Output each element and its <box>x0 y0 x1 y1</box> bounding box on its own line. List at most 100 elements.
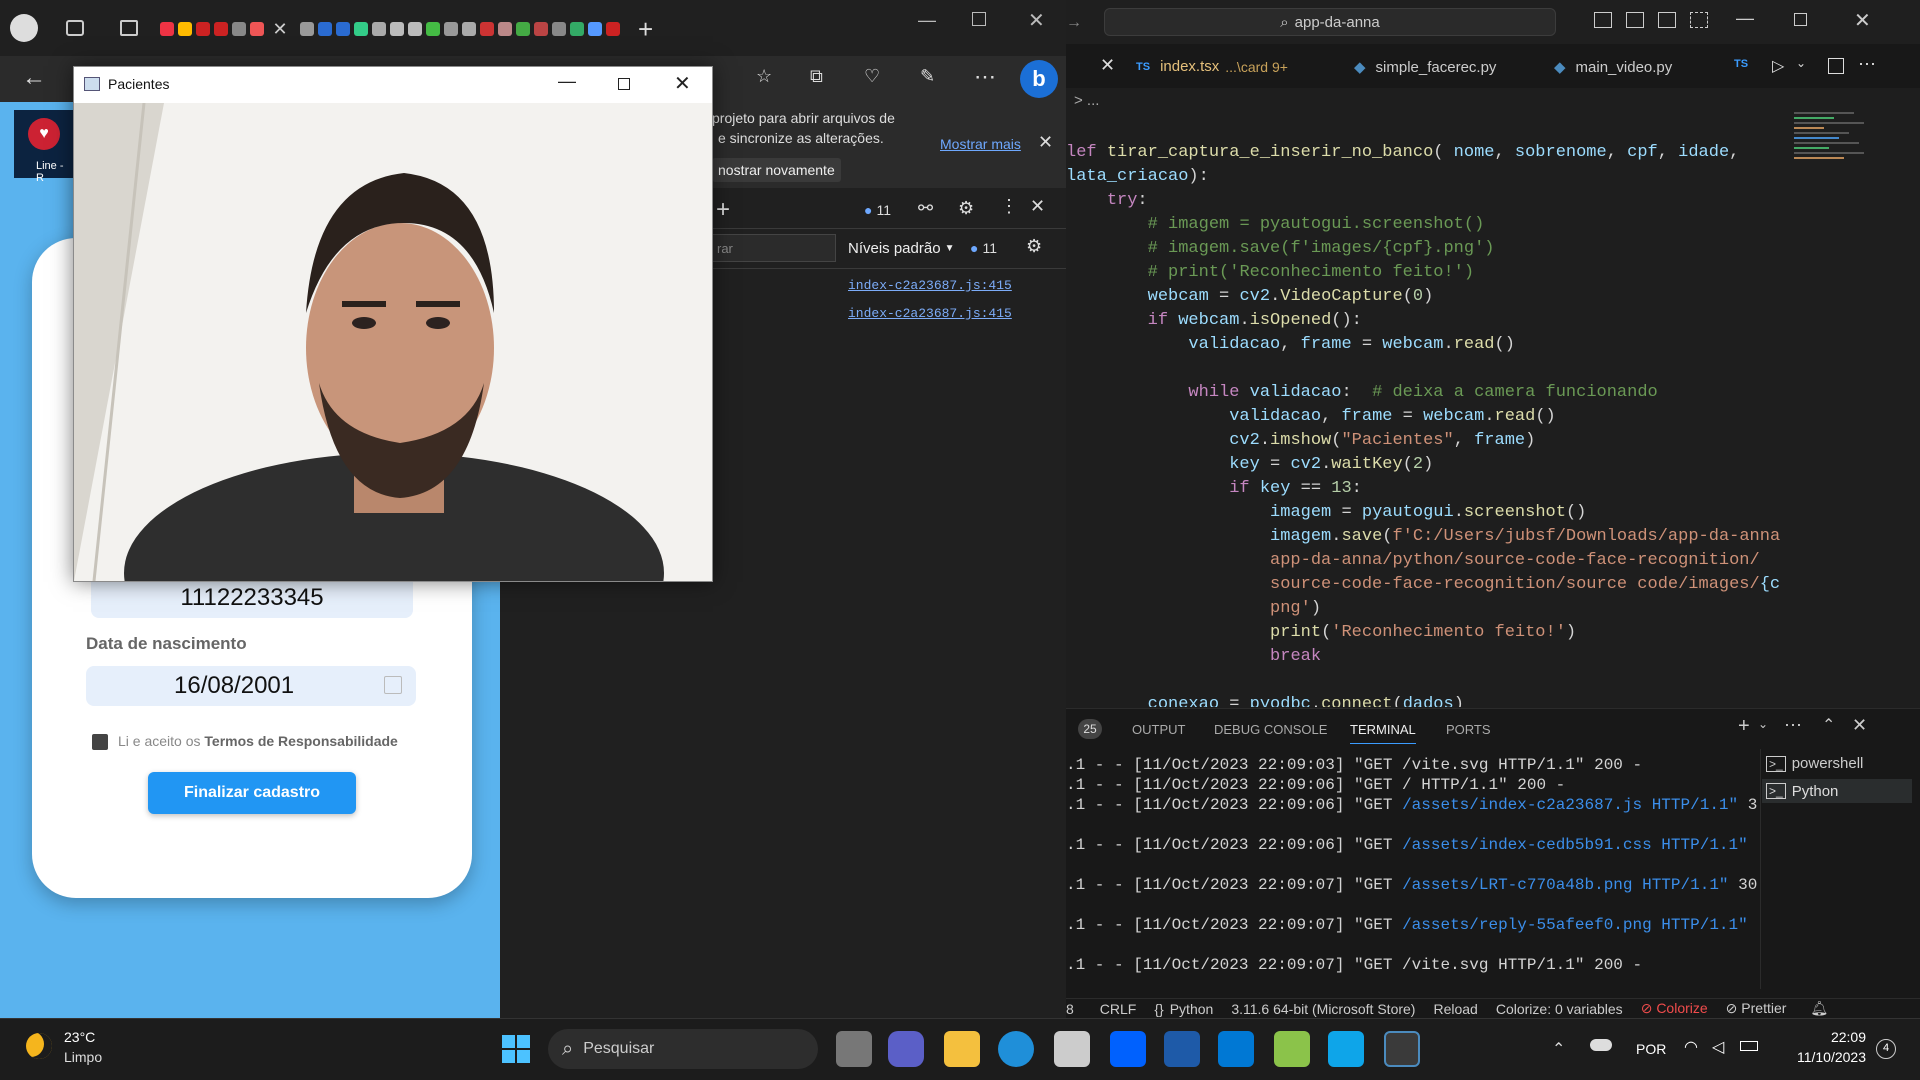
devtools-more-icon[interactable]: ⋮ <box>1000 196 1018 217</box>
close-panel-icon[interactable]: ✕ <box>1852 715 1867 736</box>
edge-icon[interactable] <box>998 1031 1034 1067</box>
ts-file-icon[interactable]: TS <box>1734 58 1748 70</box>
tab-close-icon[interactable]: ✕ <box>1100 55 1115 76</box>
terminal-output[interactable]: .1 - - [11/Oct/2023 22:09:03] "GET /vite… <box>1066 755 1760 995</box>
cloud-icon[interactable] <box>1590 1039 1612 1051</box>
terms-link[interactable]: Termos de Responsabilidade <box>204 733 397 749</box>
toggle-sidebar-icon[interactable] <box>1594 12 1612 28</box>
wifi-icon[interactable]: ◠ <box>1684 1037 1698 1057</box>
breadcrumb[interactable]: > ... <box>1074 92 1099 109</box>
chevron-up-icon[interactable]: ⌃ <box>1552 1039 1565 1059</box>
vscode-icon[interactable] <box>1218 1031 1254 1067</box>
tab-actions-icon[interactable] <box>120 20 138 36</box>
notification-close-icon[interactable]: ✕ <box>1038 132 1053 153</box>
source-link[interactable]: index-c2a23687.js:415 <box>848 306 1012 321</box>
status-interpreter[interactable]: 3.11.6 64-bit (Microsoft Store) <box>1231 1001 1415 1017</box>
command-center-search[interactable]: ⌕ app-da-anna <box>1104 8 1556 36</box>
toggle-panel-icon[interactable] <box>1626 12 1644 28</box>
minimize-icon[interactable]: — <box>558 71 576 92</box>
start-button[interactable] <box>502 1035 530 1063</box>
terminal-item-powershell[interactable]: >_ powershell <box>1766 755 1863 772</box>
maximize-panel-icon[interactable]: ⌃ <box>1822 715 1835 735</box>
tab-output[interactable]: OUTPUT <box>1132 722 1185 737</box>
chevron-down-icon[interactable]: ⌄ <box>1758 717 1768 731</box>
settings-gear-icon[interactable]: ⚙ <box>958 198 974 219</box>
log-levels-dropdown[interactable]: Níveis padrão ▼ <box>848 240 954 257</box>
app-icon[interactable] <box>1274 1031 1310 1067</box>
show-more-link[interactable]: Mostrar mais <box>940 136 1021 152</box>
problems-badge[interactable]: 25 <box>1078 719 1102 739</box>
collections-icon[interactable]: ⧉ <box>810 66 823 87</box>
customize-layout-icon[interactable] <box>1690 12 1708 28</box>
status-colorize[interactable]: ⊘ Colorize <box>1641 1000 1708 1017</box>
add-panel-icon[interactable]: + <box>716 196 730 224</box>
task-view-icon[interactable] <box>836 1031 872 1067</box>
terms-checkbox[interactable] <box>92 734 108 750</box>
back-icon[interactable]: ← <box>22 64 46 92</box>
workspaces-icon[interactable] <box>66 20 84 36</box>
tab-ports[interactable]: PORTS <box>1446 722 1491 737</box>
tab-favicons[interactable]: ✕ + <box>160 14 810 44</box>
status-language[interactable]: Python <box>1170 1001 1214 1017</box>
split-editor-icon[interactable] <box>1828 58 1844 74</box>
run-icon[interactable]: ▷ <box>1772 56 1784 76</box>
status-prettier[interactable]: ⊘ Prettier <box>1726 1000 1787 1017</box>
dropbox-icon[interactable] <box>1110 1031 1146 1067</box>
dont-show-again-button[interactable]: nostrar novamente <box>712 158 841 182</box>
minimap[interactable] <box>1794 112 1894 412</box>
connections-icon[interactable]: ⚯ <box>918 198 933 219</box>
maximize-icon[interactable] <box>1794 13 1807 26</box>
profile-avatar-icon[interactable] <box>10 14 38 42</box>
tab-close-icon[interactable]: ✕ <box>268 19 292 40</box>
bell-icon[interactable]: 🔔︎ <box>1810 1000 1828 1017</box>
toggle-secondary-sidebar-icon[interactable] <box>1658 12 1676 28</box>
bing-copilot-icon[interactable]: b <box>1020 60 1058 98</box>
tab-index-tsx[interactable]: TS index.tsx ...\card 9+ <box>1136 58 1288 75</box>
favorites-icon[interactable]: ☆ <box>756 66 772 87</box>
issues-counter[interactable]: ● 11 <box>864 202 891 218</box>
levels-counter[interactable]: ● 11 <box>970 240 997 256</box>
weather-temp[interactable]: 23°C <box>64 1029 95 1045</box>
teams-icon[interactable] <box>888 1031 924 1067</box>
browser-essentials-icon[interactable]: ♡ <box>864 66 880 87</box>
tab-debug-console[interactable]: DEBUG CONSOLE <box>1214 722 1327 737</box>
language-indicator[interactable]: POR <box>1636 1041 1666 1057</box>
calendar-icon[interactable] <box>384 676 402 694</box>
source-link[interactable]: index-c2a23687.js:415 <box>848 278 1012 293</box>
notification-badge[interactable]: 4 <box>1876 1039 1896 1059</box>
more-menu-icon[interactable]: ⋯ <box>974 64 996 90</box>
code-editor[interactable]: lef tirar_captura_e_inserir_no_banco( no… <box>1066 141 1780 707</box>
security-icon[interactable] <box>1164 1031 1200 1067</box>
clock-date[interactable]: 11/10/2023 <box>1786 1049 1866 1065</box>
battery-icon[interactable] <box>1740 1041 1758 1051</box>
editor-more-icon[interactable]: ⋯ <box>1858 54 1876 75</box>
terminal-item-python[interactable]: >_ Python <box>1762 779 1912 803</box>
submit-button[interactable]: Finalizar cadastro <box>148 772 356 814</box>
cpf-field[interactable]: 11122233345 <box>91 578 413 618</box>
tab-terminal[interactable]: TERMINAL <box>1350 722 1416 744</box>
birth-date-field[interactable]: 16/08/2001 <box>86 666 416 706</box>
tab-simple-facerec[interactable]: ◆ simple_facerec.py <box>1354 58 1496 77</box>
close-icon[interactable]: ✕ <box>674 71 691 96</box>
python-icon[interactable] <box>1384 1031 1420 1067</box>
volume-icon[interactable]: ◁ <box>1712 1037 1724 1057</box>
forward-icon[interactable]: → <box>1066 14 1082 32</box>
file-explorer-icon[interactable] <box>944 1031 980 1067</box>
notepad-icon[interactable] <box>1328 1031 1364 1067</box>
status-reload[interactable]: Reload <box>1433 1001 1477 1017</box>
console-settings-icon[interactable]: ⚙ <box>1026 236 1042 257</box>
close-icon[interactable]: ✕ <box>1028 8 1045 33</box>
maximize-icon[interactable] <box>972 12 986 26</box>
tab-main-video[interactable]: ◆ main_video.py <box>1554 58 1672 77</box>
weather-condition[interactable]: Limpo <box>64 1049 102 1065</box>
console-filter-input[interactable]: rar <box>712 234 836 262</box>
new-terminal-icon[interactable]: + <box>1738 715 1750 738</box>
new-tab-icon[interactable]: + <box>638 14 653 45</box>
devtools-close-icon[interactable]: ✕ <box>1030 196 1045 217</box>
taskbar-search[interactable]: ⌕ Pesquisar <box>548 1029 818 1069</box>
extensions-icon[interactable]: ✎ <box>920 66 935 87</box>
chevron-down-icon[interactable]: ⌄ <box>1796 56 1806 70</box>
panel-more-icon[interactable]: ⋯ <box>1784 715 1802 736</box>
minimize-icon[interactable]: — <box>918 10 936 31</box>
status-eol[interactable]: CRLF <box>1100 1001 1137 1017</box>
